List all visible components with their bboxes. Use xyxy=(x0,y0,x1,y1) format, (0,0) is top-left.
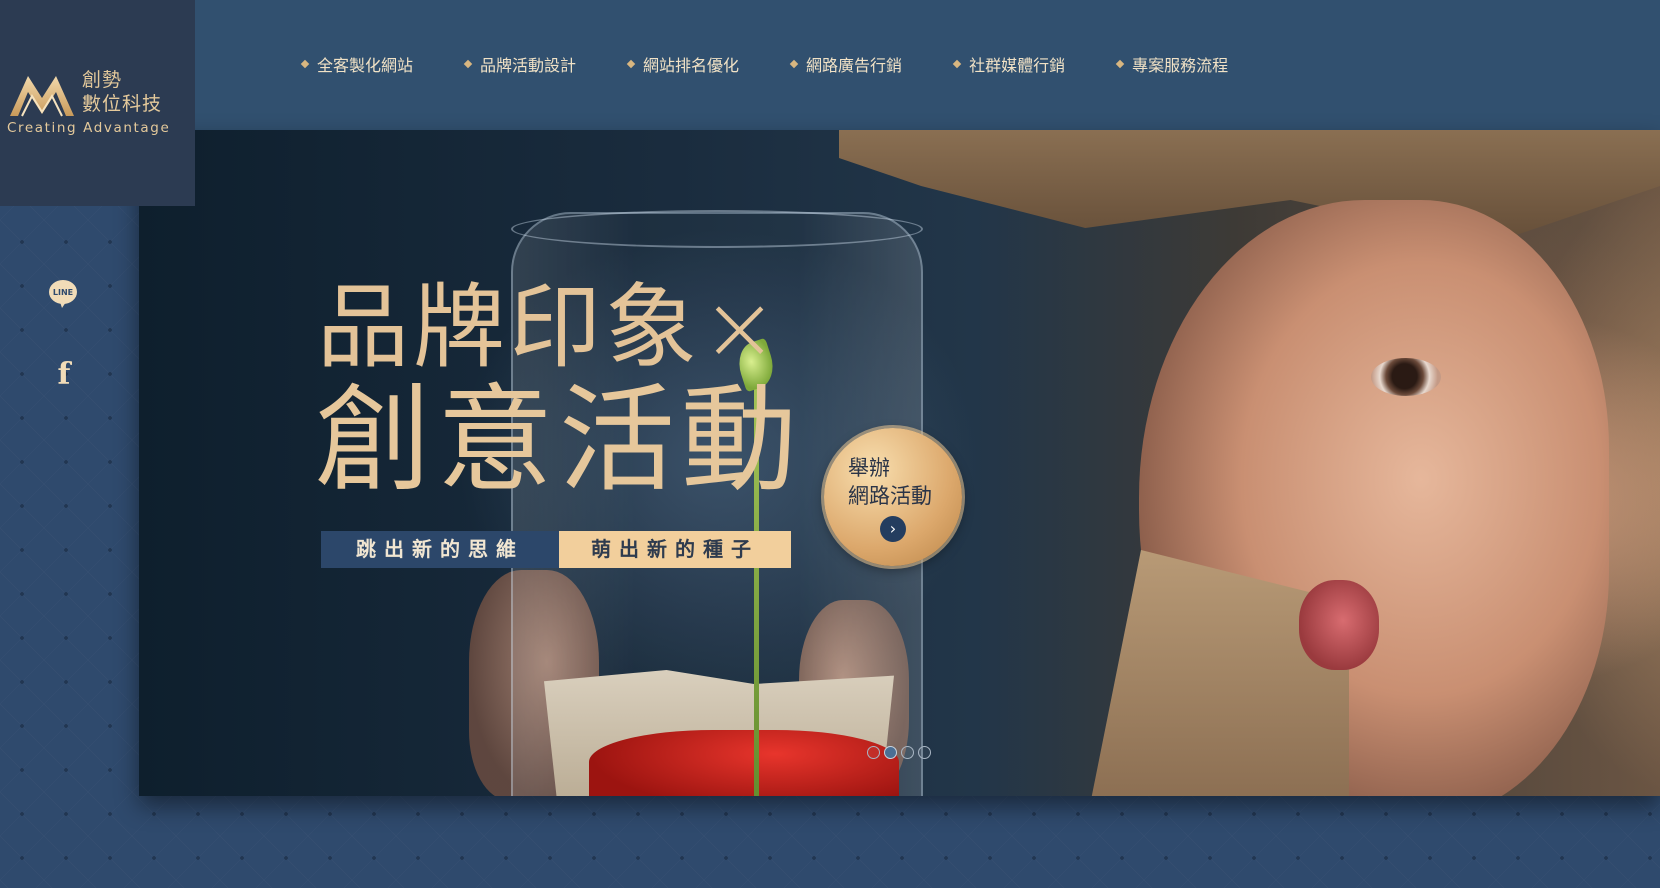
hero-photo-lips xyxy=(1299,580,1379,670)
nav-label: 社群媒體行銷 xyxy=(969,56,1066,75)
top-nav-bar: 全客製化網站 品牌活動設計 網站排名優化 網路廣告行銷 社群媒體行銷 專案服務流… xyxy=(0,0,1660,130)
nav-item-social-media[interactable]: 社群媒體行銷 xyxy=(952,52,1066,76)
hero-headline-line1: 品牌印象× xyxy=(317,274,783,381)
line-icon-label: LINE xyxy=(53,288,73,297)
diamond-bullet-icon xyxy=(626,59,636,69)
hero-headline-line2: 創意活動 xyxy=(315,373,803,508)
hero-tag-new-seed: 萌出新的種子 xyxy=(559,531,791,568)
site-logo[interactable]: 創勢 數位科技 Creating Advantage xyxy=(0,0,195,206)
cta-label-line2: 網路活動 xyxy=(848,484,932,508)
cta-label-line1: 舉辦 xyxy=(848,456,890,480)
line-icon[interactable]: LINE xyxy=(48,279,78,309)
slider-pagination xyxy=(867,746,935,759)
logo-company-name: 創勢 數位科技 xyxy=(82,68,162,116)
hero-banner: 品牌印象× 創意活動 跳出新的思維 萌出新的種子 舉辦 網路活動 › xyxy=(139,130,1660,796)
hero-photo-jar-rim xyxy=(511,210,923,248)
diamond-bullet-icon xyxy=(463,59,473,69)
nav-item-seo[interactable]: 網站排名優化 xyxy=(626,52,740,76)
nav-label: 全客製化網站 xyxy=(317,56,414,75)
logo-name-line1: 創勢 xyxy=(82,69,123,91)
hero-tag-new-thinking: 跳出新的思維 xyxy=(321,531,559,568)
diamond-bullet-icon xyxy=(789,59,799,69)
nav-label: 品牌活動設計 xyxy=(480,56,577,75)
slide-dot-2[interactable] xyxy=(884,746,897,759)
diamond-bullet-icon xyxy=(1115,59,1125,69)
slide-dot-3[interactable] xyxy=(901,746,914,759)
hero-photo-eye xyxy=(1371,358,1441,396)
logo-mark-icon xyxy=(10,76,74,117)
nav-label: 專案服務流程 xyxy=(1132,56,1229,75)
logo-tagline: Creating Advantage xyxy=(7,120,171,136)
main-nav: 全客製化網站 品牌活動設計 網站排名優化 網路廣告行銷 社群媒體行銷 專案服務流… xyxy=(300,52,1280,76)
nav-item-custom-website[interactable]: 全客製化網站 xyxy=(300,52,414,76)
nav-item-online-ads[interactable]: 網路廣告行銷 xyxy=(789,52,903,76)
nav-label: 網路廣告行銷 xyxy=(806,56,903,75)
cta-label: 舉辦 網路活動 xyxy=(848,454,932,510)
slide-dot-1[interactable] xyxy=(867,746,880,759)
nav-label: 網站排名優化 xyxy=(643,56,740,75)
facebook-icon[interactable]: f xyxy=(50,358,78,392)
slide-dot-4[interactable] xyxy=(918,746,931,759)
hero-photo-red-cup xyxy=(589,730,899,796)
diamond-bullet-icon xyxy=(952,59,962,69)
host-online-event-button[interactable]: 舉辦 網路活動 › xyxy=(824,428,962,566)
nav-item-service-process[interactable]: 專案服務流程 xyxy=(1115,52,1229,76)
diamond-bullet-icon xyxy=(300,59,310,69)
chevron-right-icon: › xyxy=(880,516,906,542)
nav-item-brand-event[interactable]: 品牌活動設計 xyxy=(463,52,577,76)
logo-name-line2: 數位科技 xyxy=(82,93,163,115)
